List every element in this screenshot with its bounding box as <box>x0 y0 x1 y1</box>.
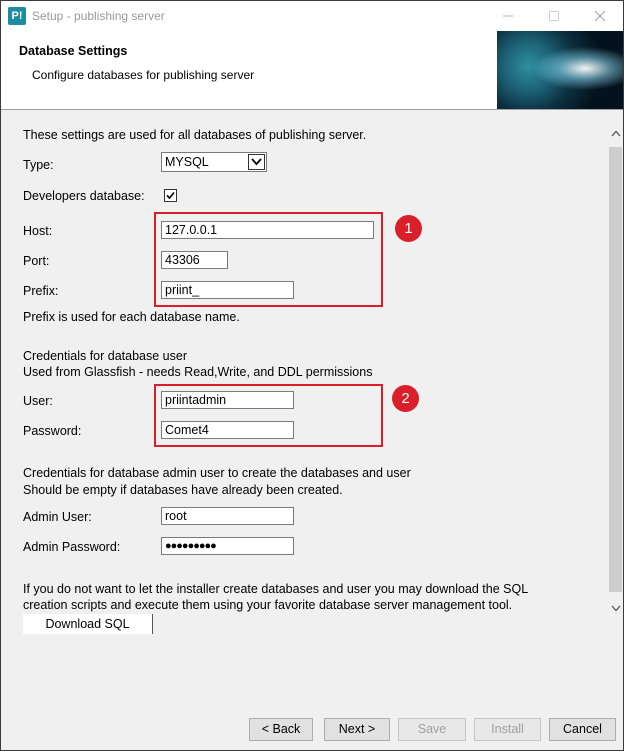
credentials-note: Used from Glassfish - needs Read,Write, … <box>23 365 373 379</box>
download-sql-button[interactable]: Download SQL <box>23 614 153 634</box>
highlight-box-1 <box>154 212 383 307</box>
intro-text: These settings are used for all database… <box>23 128 367 142</box>
password-label: Password: <box>23 424 82 438</box>
chevron-down-icon <box>251 158 262 166</box>
port-label: Port: <box>23 254 50 268</box>
back-button[interactable]: < Back <box>249 718 313 741</box>
type-select[interactable]: MYSQL <box>161 152 267 172</box>
admin-credentials-note: Should be empty if databases have alread… <box>23 483 343 497</box>
page-title: Database Settings <box>19 44 128 58</box>
admin-user-label: Admin User: <box>23 510 92 524</box>
scroll-up-button[interactable] <box>608 127 623 141</box>
setup-window: P! Setup - publishing server Database Se… <box>0 0 624 751</box>
type-select-value: MYSQL <box>165 155 209 169</box>
app-icon: P! <box>8 7 26 25</box>
chevron-up-icon <box>611 130 620 137</box>
sql-note-line-2: creation scripts and execute them using … <box>23 598 513 612</box>
user-label: User: <box>23 394 53 408</box>
scrollbar-thumb[interactable] <box>609 147 622 592</box>
install-button[interactable]: Install <box>474 718 541 741</box>
title-bar: P! Setup - publishing server <box>1 1 623 31</box>
dropdown-button[interactable] <box>248 154 265 170</box>
checkmark-icon <box>166 191 175 200</box>
annotation-badge-1: 1 <box>395 215 422 242</box>
scroll-down-button[interactable] <box>608 602 623 616</box>
type-label: Type: <box>23 158 54 172</box>
vertical-scrollbar[interactable] <box>608 127 623 617</box>
highlight-box-2 <box>154 384 383 447</box>
window-title: Setup - publishing server <box>32 9 165 23</box>
maximize-button[interactable] <box>531 1 577 31</box>
developers-database-label: Developers database: <box>23 189 145 203</box>
chevron-down-icon <box>611 605 620 612</box>
credentials-heading: Credentials for database user <box>23 349 187 363</box>
host-label: Host: <box>23 224 53 238</box>
sql-note-line-1: If you do not want to let the installer … <box>23 582 529 596</box>
close-button[interactable] <box>577 1 623 31</box>
admin-password-input[interactable]: ●●●●●●●●● <box>161 537 294 555</box>
cancel-button[interactable]: Cancel <box>549 718 616 741</box>
wizard-header: Database Settings Configure databases fo… <box>1 31 623 110</box>
settings-panel: These settings are used for all database… <box>1 109 623 709</box>
admin-password-label: Admin Password: <box>23 540 121 554</box>
developers-database-checkbox[interactable] <box>164 189 177 202</box>
maximize-icon <box>549 11 559 21</box>
annotation-badge-2: 2 <box>392 385 419 412</box>
save-button[interactable]: Save <box>398 718 466 741</box>
prefix-note: Prefix is used for each database name. <box>23 310 240 324</box>
admin-user-input[interactable]: root <box>161 507 294 525</box>
prefix-label: Prefix: <box>23 284 59 298</box>
page-subtitle: Configure databases for publishing serve… <box>32 68 255 82</box>
admin-credentials-heading: Credentials for database admin user to c… <box>23 466 411 480</box>
minimize-icon <box>503 15 513 17</box>
header-globe-image <box>497 31 623 109</box>
wizard-footer: < Back Next > Save Install Cancel <box>1 709 623 750</box>
next-button[interactable]: Next > <box>324 718 390 741</box>
close-icon <box>594 10 606 22</box>
minimize-button[interactable] <box>485 1 531 31</box>
